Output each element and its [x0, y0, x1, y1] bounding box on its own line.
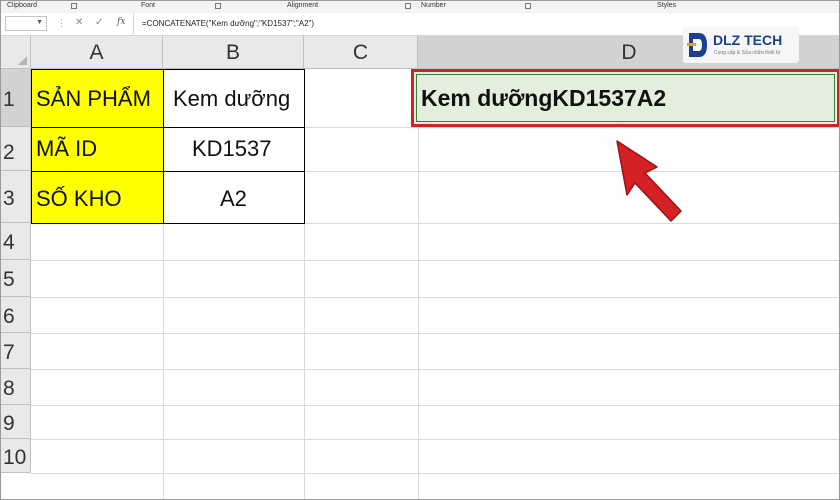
cell-b1[interactable]: Kem dưỡng [163, 69, 305, 128]
cell-b3-text: A2 [220, 186, 247, 211]
cell-a3[interactable]: SỐ KHO [31, 171, 164, 224]
cell-a3-text: SỐ KHO [36, 186, 122, 211]
cell-a1-text: SẢN PHẨM [36, 86, 151, 111]
excel-window: Clipboard Font Alignment Number Styles ▼… [0, 0, 840, 500]
dlz-logo-mark [687, 33, 707, 57]
cell-d1-text: Kem dưỡngKD1537A2 [421, 85, 667, 111]
cell-a2[interactable]: MÃ ID [31, 127, 164, 172]
cell-b2[interactable]: KD1537 [163, 127, 305, 172]
cell-b2-text: KD1537 [192, 136, 272, 161]
cell-a2-text: MÃ ID [36, 136, 98, 161]
logo-brand-text: DLZ TECH [713, 32, 783, 48]
cell-a1[interactable]: SẢN PHẨM [31, 69, 164, 128]
cell-b1-text: Kem dưỡng [173, 86, 291, 111]
dlz-tech-logo: DLZ TECH Cung cấp & Sửa chữa thiết bị [683, 27, 799, 63]
logo-tagline: Cung cấp & Sửa chữa thiết bị [714, 50, 780, 56]
arrow-pointer-icon [616, 140, 682, 222]
cell-b3[interactable]: A2 [163, 171, 305, 224]
